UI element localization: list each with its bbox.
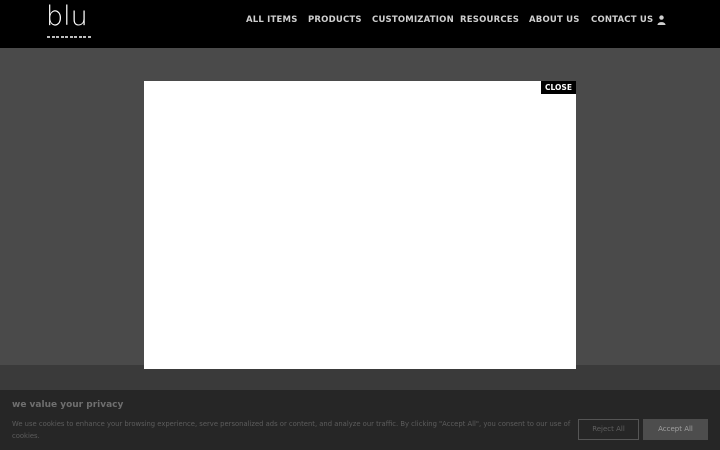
- reject-all-button[interactable]: Reject All: [578, 419, 639, 440]
- nav-resources[interactable]: RESOURCES: [460, 15, 519, 25]
- nav-about-us[interactable]: ABOUT US: [529, 15, 580, 25]
- modal-dialog: [144, 81, 576, 369]
- brand-logo[interactable]: blu: [46, 1, 92, 43]
- modal-close-button[interactable]: CLOSE: [541, 81, 576, 94]
- user-icon[interactable]: [657, 15, 666, 25]
- nav-products[interactable]: PRODUCTS: [308, 15, 362, 25]
- nav-all-items[interactable]: ALL ITEMS: [246, 15, 298, 25]
- accept-all-button[interactable]: Accept All: [643, 419, 708, 440]
- cookie-description: We use cookies to enhance your browsing …: [12, 420, 571, 440]
- cookie-banner: we value your privacy We use cookies to …: [0, 390, 720, 450]
- nav-contact-us[interactable]: CONTACT US: [591, 15, 653, 25]
- nav-customization[interactable]: CUSTOMIZATION: [372, 15, 454, 25]
- logo-wordmark: blu: [46, 1, 88, 32]
- logo-tagline-mark: [47, 36, 91, 38]
- cookie-title: we value your privacy: [12, 400, 124, 410]
- site-header: blu ALL ITEMS PRODUCTS CUSTOMIZATION RES…: [0, 0, 720, 48]
